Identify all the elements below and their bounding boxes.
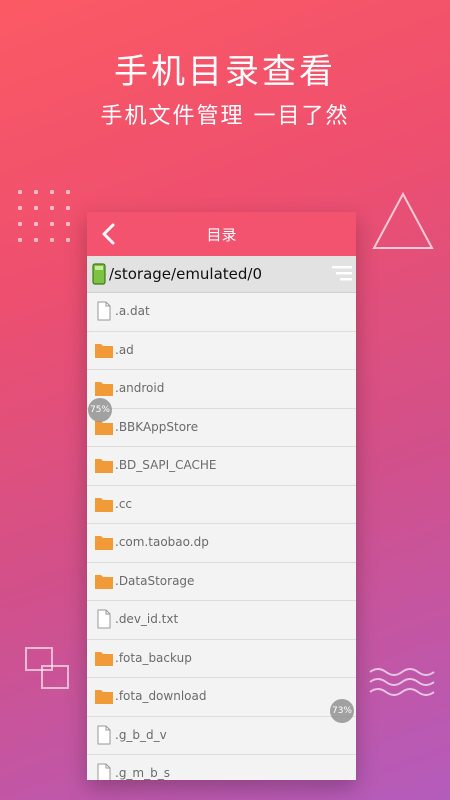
folder-icon xyxy=(95,459,113,473)
path-bar: /storage/emulated/0 xyxy=(87,256,356,293)
screen-title: 目录 xyxy=(206,226,237,244)
file-name: .g_m_b_s xyxy=(115,766,170,780)
phone-screen: 目录 /storage/emulated/0 .a.dat .ad .android… xyxy=(87,212,356,780)
file-icon xyxy=(97,301,111,321)
file-list: .a.dat .ad .android .BBKAppStore .BD_SAPI_CA… xyxy=(87,293,356,780)
folder-icon xyxy=(95,497,113,512)
file-name: .g_b_d_v xyxy=(115,727,167,742)
folder-icon xyxy=(95,574,113,589)
waves-decoration xyxy=(369,668,435,696)
file-list-item[interactable]: .BBKAppStore xyxy=(87,408,356,447)
file-list-item[interactable]: .android xyxy=(87,370,356,409)
file-name: .cc xyxy=(115,496,133,511)
progress-badge-right[interactable]: 73% xyxy=(330,699,354,723)
current-path: /storage/emulated/0 xyxy=(109,265,263,283)
file-list-item[interactable]: .dev_id.txt xyxy=(87,601,356,640)
file-name: .DataStorage xyxy=(115,573,195,588)
file-list-item[interactable]: .cc xyxy=(87,485,356,524)
progress-badge-left[interactable]: 75% xyxy=(88,398,112,422)
folder-icon xyxy=(95,382,113,396)
file-name: .fota_download xyxy=(115,689,207,703)
file-list-item[interactable]: .g_m_b_s xyxy=(87,755,356,780)
file-list-item[interactable]: .DataStorage xyxy=(87,562,356,601)
file-list-item[interactable]: .com.taobao.dp xyxy=(87,524,356,563)
file-icon xyxy=(97,725,111,744)
title-bar: 目录 xyxy=(87,212,356,256)
file-list-item[interactable]: .g_b_d_v xyxy=(87,716,356,755)
sd-card-icon xyxy=(92,263,106,285)
folder-icon xyxy=(95,651,113,666)
file-icon xyxy=(97,609,111,629)
file-name: .fota_backup xyxy=(115,650,192,665)
promo-subtitle: 手机文件管理 一目了然 xyxy=(100,104,350,129)
folder-icon xyxy=(95,690,113,704)
squares-decoration xyxy=(25,647,69,689)
file-icon xyxy=(97,763,111,780)
file-list-item[interactable]: .a.dat xyxy=(87,293,356,332)
file-name: .ad xyxy=(115,342,134,357)
folder-icon xyxy=(95,536,113,550)
file-name: .dev_id.txt xyxy=(115,612,179,626)
file-list-item[interactable]: .fota_backup xyxy=(87,639,356,678)
file-name: .com.taobao.dp xyxy=(115,535,209,549)
promo-title: 手机目录查看 xyxy=(114,52,336,92)
file-name: .BBKAppStore xyxy=(115,419,199,434)
dot-grid-decoration xyxy=(18,190,78,250)
file-name: .BD_SAPI_CACHE xyxy=(115,458,217,472)
triangle-decoration xyxy=(372,191,434,249)
file-name: .android xyxy=(115,381,165,395)
sort-menu-icon[interactable] xyxy=(330,263,354,285)
file-list-item[interactable]: .ad xyxy=(87,331,356,370)
file-list-item[interactable]: .BD_SAPI_CACHE xyxy=(87,447,356,486)
file-name: .a.dat xyxy=(115,304,150,318)
folder-icon xyxy=(95,343,113,358)
file-list-item[interactable]: .fota_download xyxy=(87,678,356,717)
